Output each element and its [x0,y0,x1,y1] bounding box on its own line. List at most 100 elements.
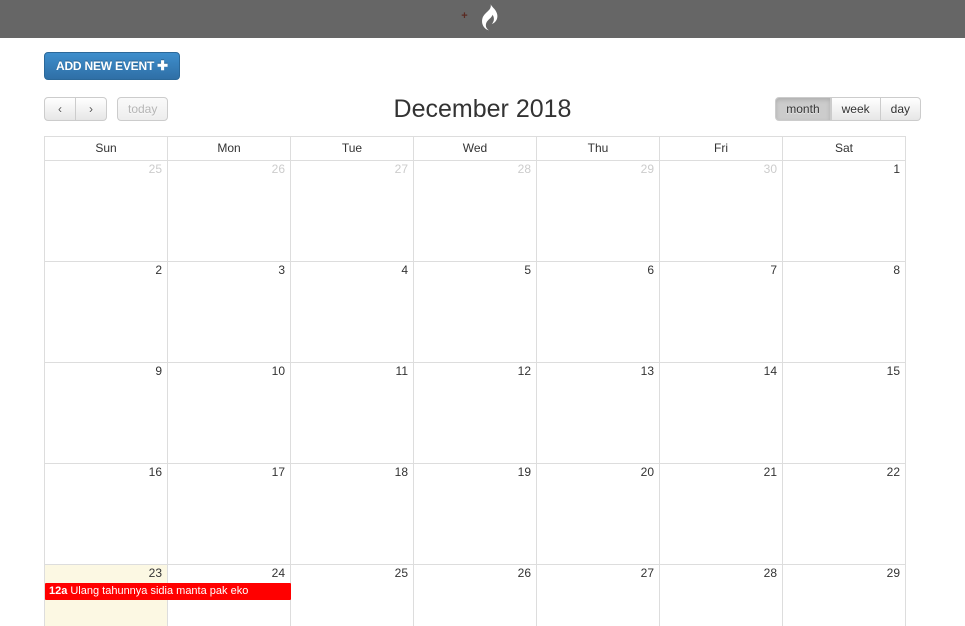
day-number: 19 [517,465,531,479]
calendar-grid: Sun Mon Tue Wed Thu Fri Sat 25 26 27 28 29 30 1 2 3 4 5 6… [44,136,906,626]
event-time: 12a [49,585,68,597]
add-event-bar: ADD NEW EVENT ✚ [44,38,921,80]
day-cell-25[interactable]: 25 [45,161,168,262]
next-month-button[interactable]: › [76,97,107,121]
brand-logo[interactable]: + [461,0,503,38]
day-number: 28 [763,566,777,580]
day-cell-27[interactable]: 27 [537,565,660,626]
day-number: 16 [148,465,162,479]
day-number: 26 [517,566,531,580]
day-cell-18[interactable]: 18 [291,464,414,565]
view-button-day[interactable]: day [880,97,921,121]
today-button-group: today [117,97,169,121]
day-number: 24 [271,566,285,580]
view-button-group: month week day [775,97,921,121]
day-number: 2 [155,263,162,277]
day-cell-26[interactable]: 26 [414,565,537,626]
add-new-event-button[interactable]: ADD NEW EVENT ✚ [44,52,180,80]
view-button-day-label: day [890,101,910,116]
day-number: 17 [271,465,285,479]
day-cell-30[interactable]: 30 [660,161,783,262]
add-new-event-label: ADD NEW EVENT [56,59,155,73]
day-cell-12[interactable]: 12 [414,363,537,464]
day-number: 29 [640,162,654,176]
day-cell-28[interactable]: 28 [414,161,537,262]
calendar-week-row: 2 3 4 5 6 7 8 [45,262,906,363]
day-cell-13[interactable]: 13 [537,363,660,464]
day-number: 26 [271,162,285,176]
day-number: 11 [395,364,408,378]
day-number: 10 [271,364,285,378]
event-title: Ulang tahunnya sidia manta pak eko [70,585,249,597]
day-cell-26[interactable]: 26 [168,161,291,262]
day-cell-14[interactable]: 14 [660,363,783,464]
weekday-header-tue: Tue [291,137,414,161]
day-cell-17[interactable]: 17 [168,464,291,565]
day-cell-9[interactable]: 9 [45,363,168,464]
day-cell-29[interactable]: 29 [537,161,660,262]
day-number: 27 [640,566,654,580]
day-number: 27 [394,162,408,176]
weekday-header-wed: Wed [414,137,537,161]
prev-month-button[interactable]: ‹ [44,97,76,121]
weekday-header-fri: Fri [660,137,783,161]
day-cell-3[interactable]: 3 [168,262,291,363]
day-cell-4[interactable]: 4 [291,262,414,363]
plus-icon: ✚ [157,58,168,73]
chevron-left-icon: ‹ [58,101,62,116]
view-button-month[interactable]: month [775,97,831,121]
day-cell-2[interactable]: 2 [45,262,168,363]
today-button-label: today [128,101,158,116]
day-number: 7 [770,263,777,277]
day-number: 4 [401,263,408,277]
day-number: 20 [640,465,654,479]
nav-button-group: ‹ › [44,97,107,121]
calendar-week-row: 9 10 11 12 13 14 15 [45,363,906,464]
calendar-weekday-header: Sun Mon Tue Wed Thu Fri Sat [45,137,906,161]
weekday-header-sun: Sun [45,137,168,161]
day-cell-6[interactable]: 6 [537,262,660,363]
day-number: 6 [647,263,654,277]
day-number: 23 [148,566,162,580]
day-number: 5 [524,263,531,277]
day-number: 12 [517,364,531,378]
day-cell-22[interactable]: 22 [783,464,906,565]
calendar-event[interactable]: 12a Ulang tahunnya sidia manta pak eko [45,583,291,600]
day-cell-27[interactable]: 27 [291,161,414,262]
calendar-toolbar: ‹ › today December 2018 month week day [44,89,921,129]
day-number: 15 [886,364,900,378]
day-cell-20[interactable]: 20 [537,464,660,565]
day-number: 22 [886,465,900,479]
day-cell-1[interactable]: 1 [783,161,906,262]
day-cell-7[interactable]: 7 [660,262,783,363]
codeigniter-flame-icon [472,2,504,39]
day-cell-29[interactable]: 29 [783,565,906,626]
day-cell-25[interactable]: 25 [291,565,414,626]
calendar-week-row: 16 17 18 19 20 21 22 [45,464,906,565]
chevron-right-icon: › [89,101,93,116]
day-cell-10[interactable]: 10 [168,363,291,464]
day-cell-5[interactable]: 5 [414,262,537,363]
weekday-header-thu: Thu [537,137,660,161]
day-cell-15[interactable]: 15 [783,363,906,464]
calendar-body: 25 26 27 28 29 30 1 2 3 4 5 6 7 8 9 10 11 12 13 14 15 16 17 18 1… [45,161,906,626]
view-switcher: month week day [775,97,921,121]
day-number: 3 [278,263,285,277]
weekday-header-sat: Sat [783,137,906,161]
day-number: 30 [763,162,777,176]
day-cell-28[interactable]: 28 [660,565,783,626]
brand-plus-icon: + [461,10,468,22]
view-button-week[interactable]: week [830,97,881,121]
day-number: 14 [763,364,777,378]
day-cell-8[interactable]: 8 [783,262,906,363]
day-number: 28 [517,162,531,176]
day-cell-19[interactable]: 19 [414,464,537,565]
today-button[interactable]: today [117,97,169,121]
day-cell-21[interactable]: 21 [660,464,783,565]
day-number: 9 [155,364,162,378]
day-number: 18 [394,465,408,479]
day-number: 1 [893,162,900,176]
day-cell-11[interactable]: 11 [291,363,414,464]
day-cell-16[interactable]: 16 [45,464,168,565]
top-navbar: + [0,0,965,38]
